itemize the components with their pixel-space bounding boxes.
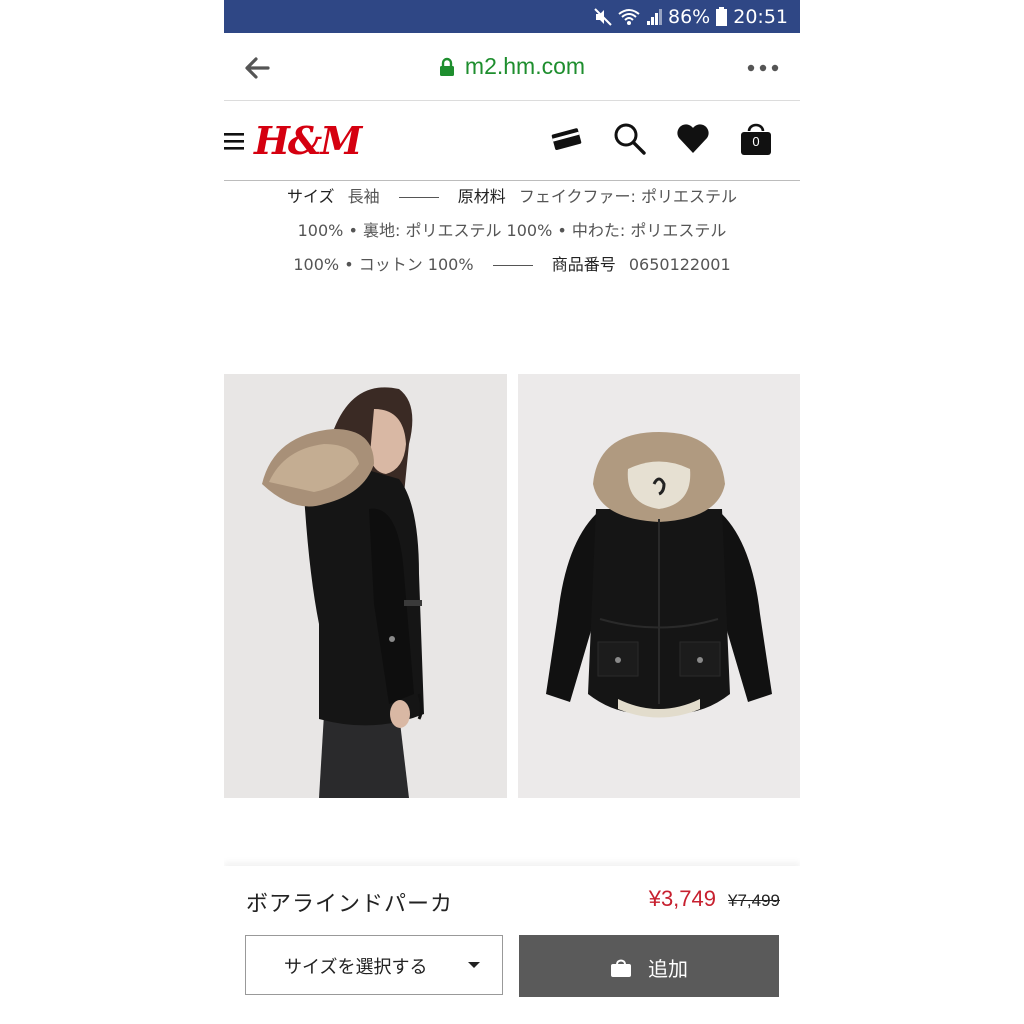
menu-icon[interactable]: [224, 130, 246, 152]
material-label: 原材料: [457, 187, 506, 206]
url-text: m2.hm.com: [464, 53, 586, 79]
size-detail-label: サイズ: [286, 187, 335, 206]
size-detail-value: 長袖: [347, 187, 380, 206]
details-line-2: 100% • 裏地: ポリエステル 100% • 中わた: ポリエステル: [297, 221, 727, 240]
sale-price: ¥3,749: [648, 886, 716, 911]
shopping-bag-button[interactable]: 0: [737, 121, 775, 159]
shopping-bag-icon: [611, 959, 631, 977]
separator: [492, 265, 533, 266]
product-name: ボアラインドパーカ: [246, 892, 454, 917]
add-to-bag-button[interactable]: 追加: [519, 935, 779, 997]
address-field[interactable]: m2.hm.com: [439, 53, 585, 80]
size-selector[interactable]: サイズを選択する: [245, 935, 503, 995]
product-image-flat[interactable]: [518, 374, 800, 798]
lock-icon: [439, 57, 454, 76]
signal-icon: [647, 8, 662, 25]
status-bar: 86% 20:51: [224, 0, 800, 33]
browser-url-bar: m2.hm.com: [224, 33, 800, 101]
parka-flat-image: [518, 374, 800, 798]
more-options-icon[interactable]: [746, 55, 780, 81]
heart-icon[interactable]: [675, 121, 711, 157]
product-details: サイズ 長袖 原材料 フェイクファー: ポリエステル 100% • 裏地: ポリ…: [224, 180, 800, 282]
model-wearing-parka-image: [224, 374, 507, 798]
wifi-icon: [618, 8, 640, 25]
article-number-label: 商品番号: [551, 255, 616, 274]
material-value-1: フェイクファー: ポリエステル: [518, 187, 738, 206]
add-to-bag-label: 追加: [648, 957, 688, 981]
battery-percent: 86%: [668, 5, 711, 28]
status-icons: 86% 20:51: [594, 0, 788, 33]
separator: [398, 197, 439, 198]
caret-down-icon: [468, 962, 480, 968]
article-number-value: 0650122001: [628, 255, 731, 274]
phone-screen: 86% 20:51 m2.hm.com H&M 0 サイズ 長袖 原材料 フェイ…: [224, 0, 800, 1024]
size-selector-label: サイズを選択する: [284, 957, 428, 978]
mute-icon: [594, 7, 612, 26]
original-price: ¥7,499: [728, 891, 780, 910]
clock: 20:51: [733, 5, 788, 28]
gift-card-icon[interactable]: [549, 121, 585, 157]
purchase-bar: ボアラインドパーカ ¥3,749 ¥7,499 サイズを選択する 追加: [224, 866, 800, 1024]
product-image-model[interactable]: [224, 374, 507, 798]
search-icon[interactable]: [612, 121, 648, 157]
battery-icon: [716, 7, 728, 26]
details-line-3: 100% • コットン 100% 商品番号 0650122001: [224, 248, 800, 282]
bag-count: 0: [752, 134, 760, 149]
material-value-3: 100% • コットン 100%: [293, 255, 474, 274]
details-line-1: サイズ 長袖 原材料 フェイクファー: ポリエステル: [224, 180, 800, 214]
site-header: H&M 0: [224, 101, 800, 181]
hm-logo[interactable]: H&M: [254, 118, 362, 163]
